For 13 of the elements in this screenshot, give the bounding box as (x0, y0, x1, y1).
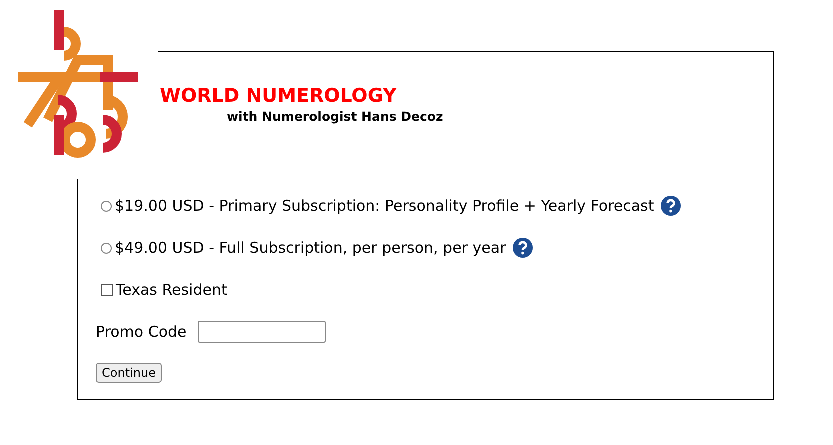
radio-button[interactable] (101, 200, 112, 212)
promo-label: Promo Code (96, 323, 187, 341)
site-title: WORLD NUMEROLOGY (160, 85, 398, 107)
checkbox-label: Texas Resident (116, 281, 228, 299)
checkbox[interactable] (101, 284, 113, 296)
option-label: $49.00 USD - Full Subscription, per person, per year (115, 239, 506, 257)
option-label: $19.00 USD - Primary Subscription: Personality Profile + Yearly Forecast (115, 197, 654, 215)
promo-code-field[interactable] (198, 321, 326, 343)
continue-button[interactable]: Continue (96, 363, 162, 383)
help-icon[interactable] (513, 238, 534, 258)
radio-button[interactable] (101, 242, 112, 254)
help-icon[interactable] (661, 196, 682, 216)
site-subtitle: with Numerologist Hans Decoz (227, 109, 444, 124)
